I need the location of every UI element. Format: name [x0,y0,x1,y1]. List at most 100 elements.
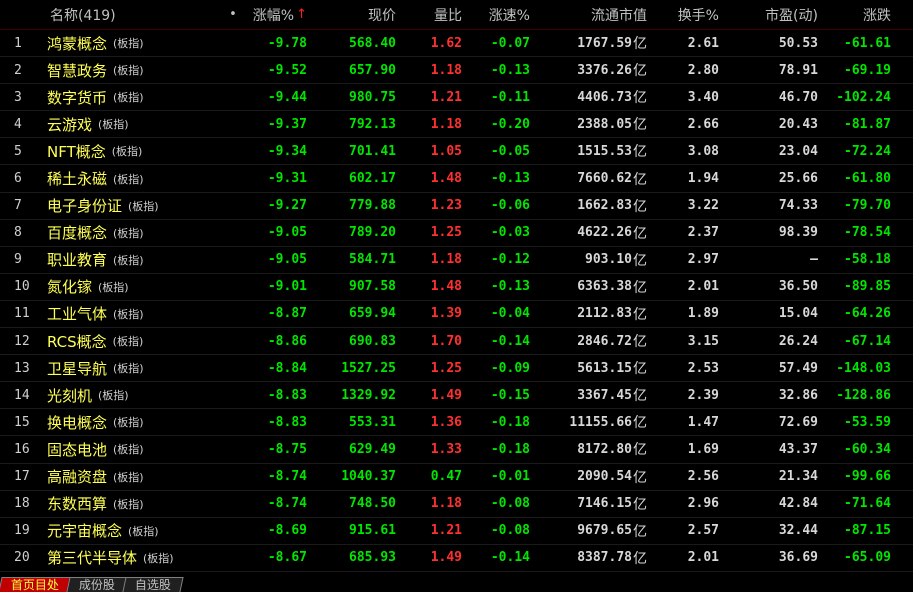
sector-name[interactable]: 光刻机 (板指) [47,382,227,408]
speed: -0.12 [490,252,530,268]
market-cap: 3367.45 亿 [540,382,647,408]
price: 779.88 [349,198,396,214]
speed: -0.13 [490,62,530,78]
sector-name[interactable]: 氮化镓 (板指) [47,274,227,300]
market-cap-unit: 亿 [633,90,647,107]
market-cap-value: 3376.26 [577,62,632,78]
sector-name[interactable]: 稀土永磁 (板指) [47,165,227,191]
sector-name[interactable]: 职业教育 (板指) [47,247,227,273]
sector-name[interactable]: 高融资盘 (板指) [47,464,227,490]
volume-ratio: 1.18 [430,62,462,78]
sector-name[interactable]: NFT概念 (板指) [47,138,227,164]
table-row[interactable]: 17 高融资盘 (板指) -8.74 1040.37 0.47 -0.01 2090.54 亿 2… [0,464,913,491]
table-row[interactable]: 15 换电概念 (板指) -8.83 553.31 1.36 -0.18 11155.66 亿 1… [0,409,913,437]
row-index: 14 [14,387,30,403]
sector-name[interactable]: 东数西算 (板指) [47,491,227,517]
change-pct: -9.27 [267,198,307,214]
table-row[interactable]: 12 RCS概念 (板指) -8.86 690.83 1.70 -0.14 2846.72 亿 3… [0,328,913,356]
tab-home[interactable]: 首页目处 [0,577,72,592]
col-header-name[interactable]: 名称(419) [50,0,230,29]
price: 657.90 [349,62,396,78]
sector-tag: (板指) [111,145,143,159]
table-row[interactable]: 13 卫星导航 (板指) -8.84 1527.25 1.25 -0.09 5613.15 亿 2… [0,355,913,383]
sector-name-label: 第三代半导体 [47,549,138,568]
turnover: 1.94 [687,171,719,187]
col-header-market-cap[interactable]: 流通市值 [540,0,647,29]
row-index: 15 [14,414,30,430]
sector-tag: (板指) [128,524,159,538]
market-cap-value: 1515.53 [577,143,632,159]
col-header-turnover[interactable]: 换手% [655,0,719,29]
sector-tag: (板指) [113,497,144,511]
sector-tag: (板指) [113,253,144,267]
sector-name[interactable]: 卫星导航 (板指) [47,355,227,381]
change-amount: -61.80 [844,171,891,187]
table-row[interactable]: 18 东数西算 (板指) -8.74 748.50 1.18 -0.08 7146.15 亿 2.… [0,491,913,518]
table-row[interactable]: 6 稀土永磁 (板指) -9.31 602.17 1.48 -0.13 7660.62 亿 1.9… [0,165,913,193]
sector-name[interactable]: 工业气体 (板指) [47,301,227,327]
table-row[interactable]: 3 数字货币 (板指) -9.44 980.75 1.21 -0.11 4406.73 亿 3.4… [0,84,913,112]
sector-name[interactable]: 电子身份证 (板指) [47,193,227,219]
speed: -0.13 [490,171,530,187]
table-row[interactable]: 7 电子身份证 (板指) -9.27 779.88 1.23 -0.06 1662.83 亿 3.… [0,193,913,220]
sector-name[interactable]: 换电概念 (板指) [47,409,227,435]
turnover: 2.80 [687,62,719,78]
market-cap-value: 7660.62 [577,171,632,187]
table-row[interactable]: 5 NFT概念 (板指) -9.34 701.41 1.05 -0.05 1515.53 亿 3.… [0,138,913,166]
volume-ratio: 1.39 [430,306,462,322]
sector-name[interactable]: 百度概念 (板指) [47,220,227,246]
sector-tag: (板指) [113,226,144,240]
change-pct: -9.31 [267,171,307,187]
market-cap: 8387.78 亿 [540,545,647,571]
market-cap-unit: 亿 [633,144,647,161]
sector-name-label: 云游戏 [47,115,93,134]
market-cap: 4406.73 亿 [540,84,647,110]
sector-name[interactable]: 云游戏 (板指) [47,111,227,137]
change-pct: -8.67 [267,550,307,566]
speed: -0.07 [490,35,530,51]
col-header-price[interactable]: 现价 [320,0,396,29]
col-header-dot: • [229,7,237,22]
turnover: 2.01 [687,279,719,295]
col-header-change-pct[interactable]: 涨幅% ↑ [240,0,307,29]
market-cap-value: 8387.78 [577,550,632,566]
volume-ratio: 1.62 [430,35,462,51]
table-row[interactable]: 4 云游戏 (板指) -9.37 792.13 1.18 -0.20 2388.05 亿 2.66… [0,111,913,139]
change-pct: -9.01 [267,279,307,295]
col-header-change[interactable]: 涨跌 [825,0,891,29]
market-cap-unit: 亿 [633,496,647,513]
table-row[interactable]: 14 光刻机 (板指) -8.83 1329.92 1.49 -0.15 3367.45 亿 2.… [0,382,913,410]
sector-name[interactable]: 智慧政务 (板指) [47,57,227,83]
col-header-speed[interactable]: 涨速% [470,0,530,29]
market-cap-unit: 亿 [633,63,647,80]
table-row[interactable]: 2 智慧政务 (板指) -9.52 657.90 1.18 -0.13 3376.26 亿 2.8… [0,57,913,85]
table-row[interactable]: 8 百度概念 (板指) -9.05 789.20 1.25 -0.03 4622.26 亿 2.3… [0,220,913,247]
sector-name[interactable]: 固态电池 (板指) [47,436,227,462]
pe-ratio: 43.37 [778,441,818,457]
tab-watchlist[interactable]: 自选股 [122,577,184,592]
table-row[interactable]: 1 鸿蒙概念 (板指) -9.78 568.40 1.62 -0.07 1767.59 亿 2.6… [0,30,913,58]
table-row[interactable]: 16 固态电池 (板指) -8.75 629.49 1.33 -0.18 8172.80 亿 1.… [0,436,913,464]
market-cap-unit: 亿 [633,415,647,432]
sector-name[interactable]: RCS概念 (板指) [47,328,227,354]
volume-ratio: 1.48 [430,171,462,187]
market-cap: 3376.26 亿 [540,57,647,83]
speed: -0.18 [490,414,530,430]
sector-name[interactable]: 鸿蒙概念 (板指) [47,30,227,56]
change-amount: -72.24 [844,143,891,159]
table-row[interactable]: 11 工业气体 (板指) -8.87 659.94 1.39 -0.04 2112.83 亿 1.… [0,301,913,329]
table-row[interactable]: 20 第三代半导体 (板指) -8.67 685.93 1.49 -0.14 8387.78 亿… [0,545,913,572]
price: 685.93 [349,550,396,566]
market-cap: 11155.66 亿 [540,409,647,435]
table-row[interactable]: 10 氮化镓 (板指) -9.01 907.58 1.48 -0.13 6363.38 亿 2.0… [0,274,913,301]
market-cap: 8172.80 亿 [540,436,647,462]
sector-name[interactable]: 数字货币 (板指) [47,84,227,110]
sector-name[interactable]: 第三代半导体 (板指) [47,545,227,571]
table-row[interactable]: 19 元宇宙概念 (板指) -8.69 915.61 1.21 -0.08 9679.65 亿 2… [0,518,913,545]
table-row[interactable]: 9 职业教育 (板指) -9.05 584.71 1.18 -0.12 903.10 亿 2.97… [0,247,913,274]
col-header-pe[interactable]: 市盈(动) [730,0,818,29]
sector-name[interactable]: 元宇宙概念 (板指) [47,518,227,544]
col-header-volume-ratio[interactable]: 量比 [405,0,462,29]
market-cap-unit: 亿 [633,306,647,323]
tab-constituents[interactable]: 成份股 [66,577,128,592]
